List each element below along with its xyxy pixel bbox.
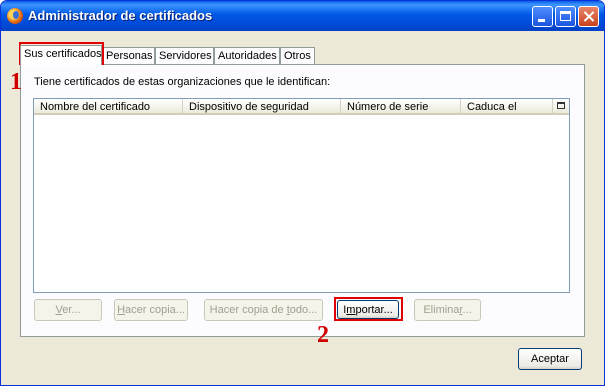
tab-sus-certificados[interactable]: Sus certificados (20, 45, 102, 65)
eliminar-button[interactable]: Eliminar... (414, 299, 481, 321)
minimize-button[interactable] (532, 6, 553, 27)
panel-description: Tiene certificados de estas organizacion… (34, 76, 331, 88)
tab-personas[interactable]: Personas (102, 47, 155, 64)
column-header-numero-serie[interactable]: Número de serie (341, 99, 461, 115)
certificate-list[interactable]: Nombre del certificado Dispositivo de se… (33, 98, 570, 293)
window-title: Administrador de certificados (28, 8, 213, 23)
column-header-caduca[interactable]: Caduca el (461, 99, 553, 115)
annotation-step-2: 2 (317, 322, 329, 348)
annotation-highlight-importar (334, 297, 403, 321)
maximize-button[interactable] (555, 6, 576, 27)
close-button[interactable] (578, 6, 599, 27)
ver-button[interactable]: Ver... (34, 299, 102, 321)
column-picker-icon[interactable] (553, 99, 569, 115)
firefox-icon (7, 8, 23, 24)
hacer-copia-de-todo-button[interactable]: Hacer copia de todo... (204, 299, 323, 321)
hacer-copia-button[interactable]: Hacer copia... (114, 299, 188, 321)
tab-otros[interactable]: Otros (280, 47, 315, 64)
aceptar-button[interactable]: Aceptar (518, 348, 582, 370)
column-header-dispositivo[interactable]: Dispositivo de seguridad (183, 99, 341, 115)
certificate-manager-window: Administrador de certificados Sus certif… (0, 0, 605, 386)
title-bar[interactable]: Administrador de certificados (1, 1, 604, 31)
column-header-nombre[interactable]: Nombre del certificado (34, 99, 183, 115)
tab-servidores[interactable]: Servidores (155, 47, 214, 64)
annotation-step-1: 1 (10, 69, 22, 95)
tab-autoridades[interactable]: Autoridades (214, 47, 280, 64)
